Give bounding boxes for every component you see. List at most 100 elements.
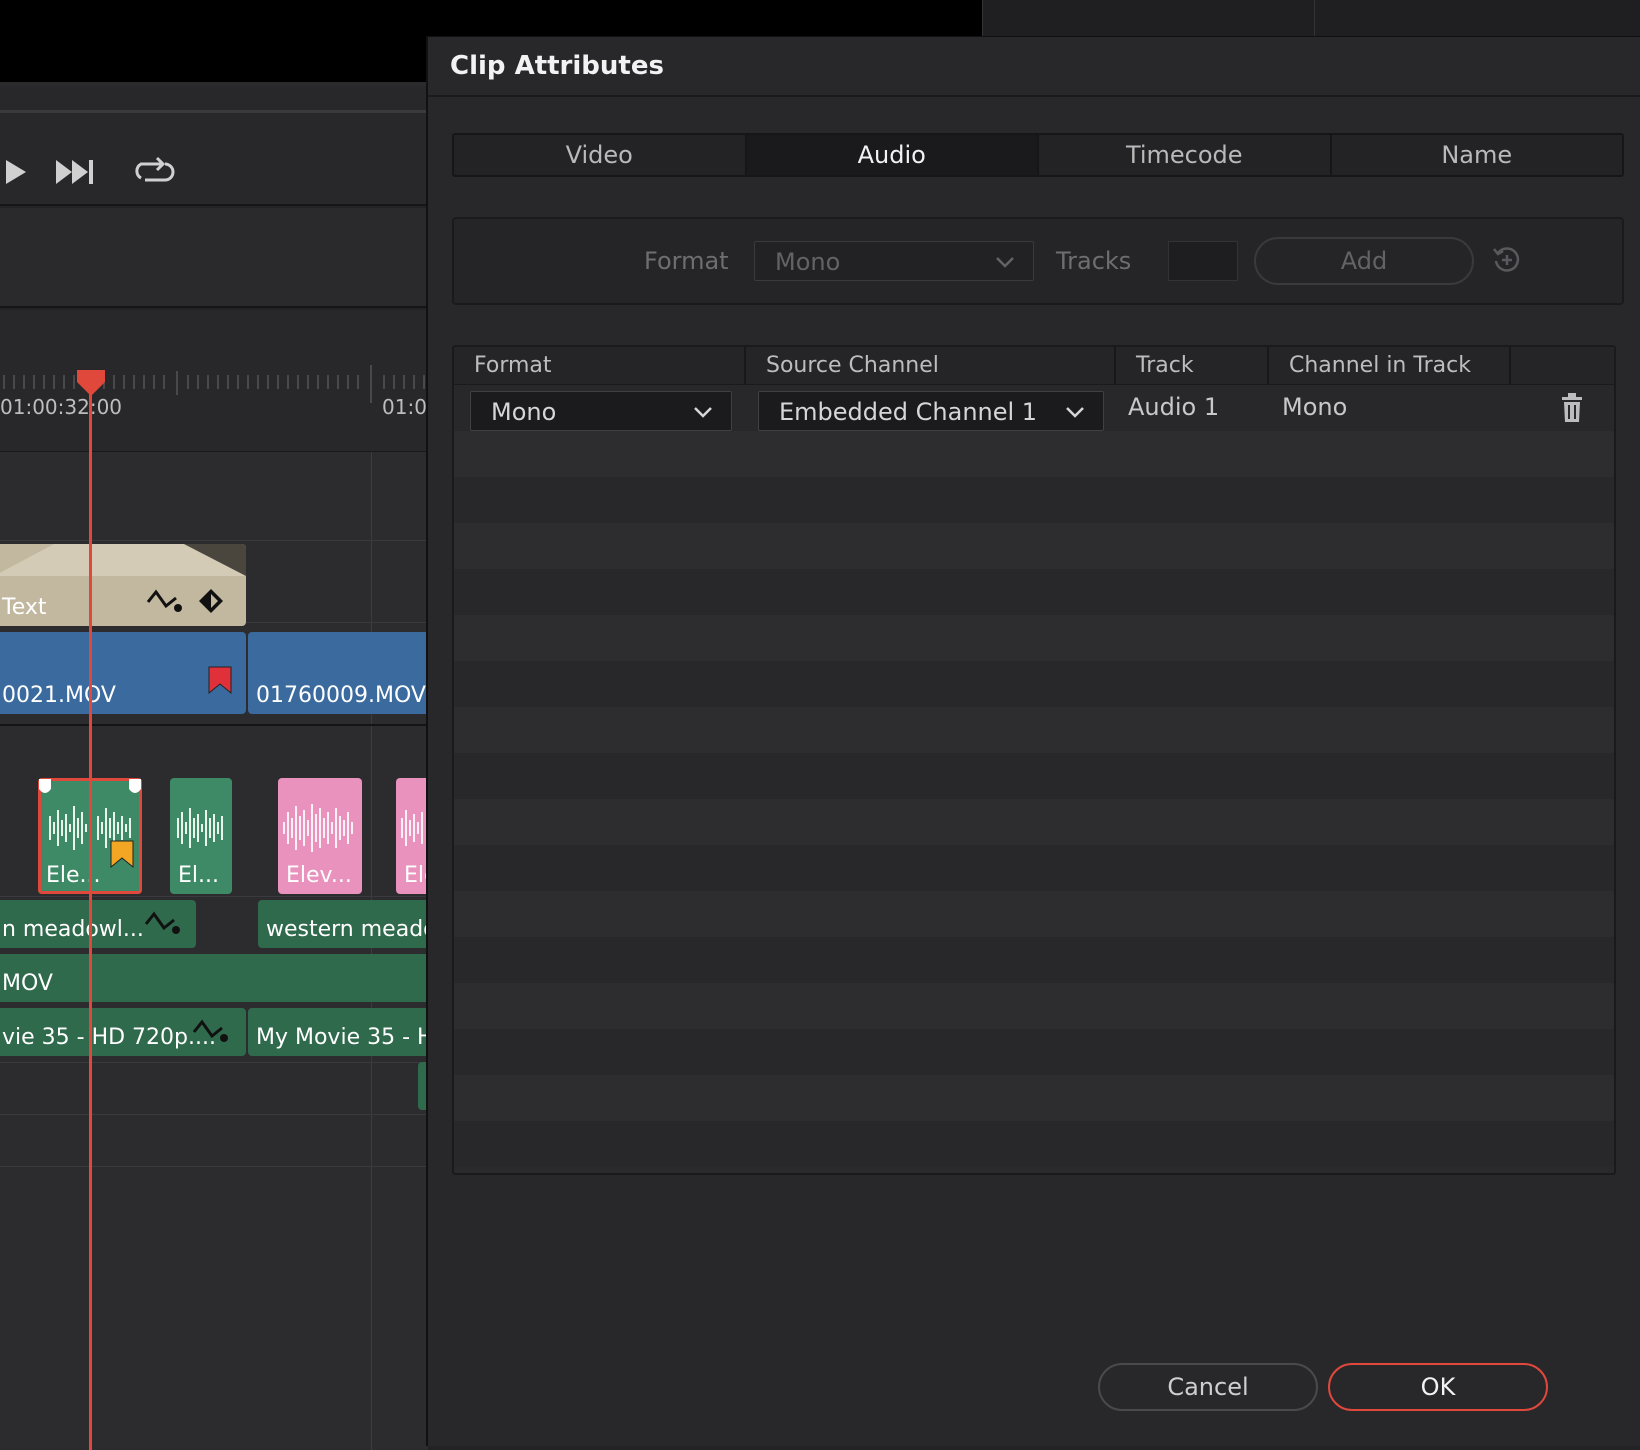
track-divider: [0, 1166, 428, 1167]
playhead[interactable]: [89, 370, 92, 1450]
add-button[interactable]: Add: [1254, 237, 1474, 285]
row-format-dropdown[interactable]: Mono: [470, 391, 732, 431]
tab-audio[interactable]: Audio: [746, 135, 1039, 175]
track-divider: [0, 1114, 428, 1115]
loop-icon[interactable]: [128, 152, 178, 192]
tab-timecode[interactable]: Timecode: [1039, 135, 1332, 175]
table-header: Format Source Channel Track Channel in T…: [454, 347, 1614, 385]
audio-clip[interactable]: MOV: [0, 954, 438, 1002]
format-dropdown-value: Mono: [775, 248, 841, 276]
chevron-down-icon: [1066, 407, 1084, 418]
format-dropdown[interactable]: Mono: [754, 241, 1034, 281]
playhead-handle-icon[interactable]: [75, 370, 107, 396]
track-divider: [0, 540, 428, 541]
ok-button[interactable]: OK: [1328, 1363, 1548, 1411]
timecode-label: 01:0: [382, 395, 427, 419]
column-header: Channel in Track: [1269, 347, 1511, 385]
empty-row: [454, 1121, 1614, 1167]
tracks-label: Tracks: [1056, 247, 1132, 275]
viewer: [0, 36, 428, 82]
tab-video[interactable]: Video: [454, 135, 747, 175]
channel-in-track-value: Mono: [1282, 393, 1348, 421]
empty-row: [454, 983, 1614, 1029]
clip-label: MOV: [2, 971, 53, 996]
empty-row: [454, 523, 1614, 569]
chevron-down-icon: [996, 257, 1014, 268]
empty-row: [454, 569, 1614, 615]
video-clip[interactable]: 0021.MOV: [0, 632, 246, 714]
empty-row: [454, 477, 1614, 523]
row-format-value: Mono: [491, 398, 557, 426]
audio-clip[interactable]: n meadowl...: [0, 900, 196, 948]
tab-name[interactable]: Name: [1332, 135, 1623, 175]
timeline-ruler[interactable]: 01:00:32:00 01:0: [0, 310, 428, 452]
curve-icon: [192, 1016, 230, 1050]
add-track-section: Format Mono Tracks Add: [452, 217, 1624, 305]
source-channel-dropdown[interactable]: Embedded Channel 1: [758, 391, 1104, 431]
timecode-label: 01:00:32:00: [0, 395, 123, 419]
marker-orange-icon: [110, 840, 134, 874]
empty-row: [454, 891, 1614, 937]
app-root: 01:00:32:00 01:0 Text 0021.MOV 01760009.…: [0, 0, 1640, 1450]
source-channel-value: Embedded Channel 1: [779, 398, 1038, 426]
keyframe-icon: [198, 588, 224, 620]
empty-row: [454, 753, 1614, 799]
empty-row: [454, 431, 1614, 477]
cancel-button[interactable]: Cancel: [1098, 1363, 1318, 1411]
curve-icon: [146, 586, 184, 620]
track-value: Audio 1: [1128, 393, 1220, 421]
trim-handle-icon[interactable]: [38, 778, 52, 803]
fade-handles: [0, 544, 246, 576]
clip-label: Elev...: [286, 863, 352, 888]
table-row: Mono Embedded Channel 1 Audio 1 Mono: [454, 385, 1614, 431]
audio-clip[interactable]: El...: [170, 778, 232, 894]
scrub-bar[interactable]: [0, 110, 428, 113]
marker-flag-icon: [208, 666, 232, 700]
empty-row: [454, 799, 1614, 845]
empty-row: [454, 845, 1614, 891]
timeline-gridline: [371, 452, 372, 1450]
audio-clip[interactable]: vie 35 - HD 720p....: [0, 1008, 246, 1056]
trim-handle-icon[interactable]: [128, 778, 142, 803]
column-header: Track: [1116, 347, 1269, 385]
trash-icon[interactable]: [1560, 393, 1584, 423]
empty-row: [454, 661, 1614, 707]
clip-label: 01760009.MOV: [256, 683, 426, 708]
clip-label: My Movie 35 - HD: [256, 1025, 438, 1050]
empty-row: [454, 1075, 1614, 1121]
track-divider: [0, 1062, 428, 1063]
column-header: Format: [454, 347, 746, 385]
dialog-header: Clip Attributes: [428, 37, 1640, 97]
curve-icon: [144, 908, 182, 942]
empty-row: [454, 615, 1614, 661]
play-icon[interactable]: [0, 152, 40, 192]
waveform-icon: [177, 808, 223, 848]
empty-row: [454, 707, 1614, 753]
clip-label: El...: [178, 863, 219, 888]
clip-label: western meado: [266, 917, 437, 942]
video-clip[interactable]: 01760009.MOV: [248, 632, 438, 714]
track-divider: [0, 724, 428, 726]
audio-tracks-table: Format Source Channel Track Channel in T…: [452, 345, 1616, 1175]
column-header: Source Channel: [746, 347, 1116, 385]
waveform-icon: [283, 804, 353, 852]
clip-label: n meadowl...: [2, 917, 144, 942]
top-bar-segment: [982, 0, 1314, 36]
audio-clip[interactable]: Elev...: [278, 778, 362, 894]
clip-label: vie 35 - HD 720p....: [2, 1025, 216, 1050]
toolbar-panel: [0, 208, 428, 308]
skip-to-end-icon[interactable]: [52, 152, 102, 192]
text-clip[interactable]: Text: [0, 544, 246, 626]
clip-label: Text: [2, 595, 47, 620]
clip-label: 0021.MOV: [2, 683, 116, 708]
audio-clip[interactable]: My Movie 35 - HD: [248, 1008, 438, 1056]
tab-bar: Video Audio Timecode Name: [452, 133, 1624, 177]
format-label: Format: [644, 247, 729, 275]
tracks-input[interactable]: [1168, 241, 1238, 281]
clip-label: Ele...: [46, 863, 101, 888]
empty-row: [454, 1029, 1614, 1075]
top-bar: [0, 0, 1640, 36]
clip-attributes-dialog: Clip Attributes Video Audio Timecode Nam…: [426, 36, 1640, 1446]
audio-clip[interactable]: western meado: [258, 900, 438, 948]
reset-icon[interactable]: [1490, 243, 1524, 277]
